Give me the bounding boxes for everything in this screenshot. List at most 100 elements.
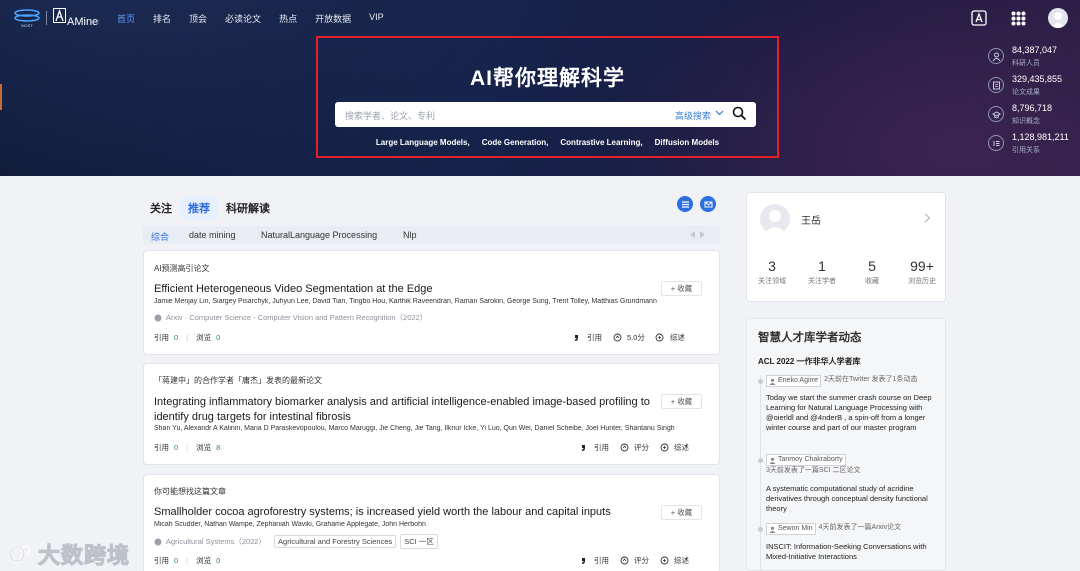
stat-value: 1,128,981,211 <box>1012 132 1069 142</box>
count-value: 5 <box>868 258 876 274</box>
stat-label: 引用关系 <box>1012 147 1040 154</box>
paper-title[interactable]: Integrating inflammatory biomarker analy… <box>154 395 654 425</box>
nav-must-read[interactable]: 必读论文 <box>225 12 261 25</box>
top-right-tools <box>970 8 1068 28</box>
profile-avatar[interactable] <box>760 204 790 234</box>
user-icon <box>769 378 776 385</box>
paper-title[interactable]: Smallholder cocoa agroforestry systems; … <box>154 505 611 520</box>
paper-authors[interactable]: Shan Yu, Alexandr A Kalinin, Maria D Par… <box>154 425 710 432</box>
chevron-right-icon[interactable] <box>924 213 931 223</box>
nav-vip[interactable]: VIP <box>369 12 384 25</box>
stat-value: 329,435,855 <box>1012 74 1063 84</box>
scholar-chip[interactable]: Tanmoy Chakraborty <box>766 454 846 466</box>
feed-header: 关注 推荐 科研解读 综合 date mining NaturalLanguag… <box>143 190 720 246</box>
cite-button[interactable]: 引用 <box>577 553 609 567</box>
summary-button[interactable]: 综述 <box>657 440 689 454</box>
ai-assistant-icon[interactable] <box>970 9 988 27</box>
search-input[interactable]: 搜索学者、论文、专利 <box>345 109 435 122</box>
topic-tab[interactable]: Nlp <box>403 230 417 240</box>
summary-icon <box>653 330 667 344</box>
nav-home[interactable]: 首页 <box>117 12 135 25</box>
collect-button[interactable]: + 收藏 <box>661 281 702 296</box>
paper-authors[interactable]: Micah Scudder, Nathan Wampe, Zephaniah W… <box>154 521 710 528</box>
tab-recommended[interactable]: 推荐 <box>180 196 218 220</box>
cite-button-label: 引用 <box>594 555 609 565</box>
citation-icon <box>988 135 1004 151</box>
score-button[interactable]: 评分 <box>617 553 649 567</box>
nav-open-data[interactable]: 开放数据 <box>315 12 351 25</box>
aminer-emblem-icon[interactable]: MOST <box>14 8 40 28</box>
paper-title[interactable]: Efficient Heterogeneous Video Segmentati… <box>154 282 432 297</box>
collect-button[interactable]: + 收藏 <box>661 394 702 409</box>
view-count: 0 <box>216 556 221 565</box>
hot-keyword[interactable]: Contrastive Learning, <box>560 138 642 147</box>
hot-keyword[interactable]: Diffusion Models <box>655 138 719 147</box>
user-avatar[interactable] <box>1048 8 1068 28</box>
arrow-right-icon[interactable] <box>699 231 706 238</box>
score-button[interactable]: 评分 <box>617 440 649 454</box>
concept-icon <box>988 106 1004 122</box>
tab-following[interactable]: 关注 <box>150 200 172 216</box>
rank-tag[interactable]: SCI 一区 <box>400 534 438 549</box>
timeline-head: Eneko Agirre 2天前在Twitter 发表了1条动态 <box>766 375 941 387</box>
count-value: 99+ <box>910 258 934 274</box>
tab-research-insights[interactable]: 科研解读 <box>226 200 270 216</box>
nav-hotspots[interactable]: 热点 <box>279 12 297 25</box>
topic-tab-all[interactable]: 综合 <box>151 230 169 243</box>
cite-button[interactable]: 引用 <box>577 440 609 454</box>
hero-banner: MOST AMiner 首页 排名 顶会 必读论文 热点 开放数据 VIP AI… <box>0 0 1080 176</box>
aminer-logo[interactable]: AMiner <box>53 8 102 28</box>
paper-card[interactable]: 「蒋建中」的合作学者「庸杰」发表的最新论文 Integrating inflam… <box>143 363 720 465</box>
summary-button[interactable]: 综述 <box>657 553 689 567</box>
count-followed-scholars[interactable]: 1 关注学者 <box>797 258 847 286</box>
subject-tag[interactable]: Agricultural and Forestry Sciences <box>274 535 397 548</box>
hot-keyword[interactable]: Large Language Models, <box>376 138 470 147</box>
activity-text[interactable]: Today we start the summer crash course o… <box>766 393 936 433</box>
paper-venue: Agricultural Systems（2022） Agricultural … <box>154 534 438 549</box>
activity-meta: 3天前发表了一篇SCI 二区论文 <box>766 467 861 474</box>
venue-text: Agricultural Systems（2022） <box>166 537 267 546</box>
chevron-down-icon[interactable] <box>715 108 724 117</box>
stat-label: 知识概念 <box>1012 118 1040 125</box>
summary-button[interactable]: 综述 <box>653 330 685 344</box>
collect-button[interactable]: + 收藏 <box>661 505 702 520</box>
paper-card[interactable]: AI预测高引论文 Efficient Heterogeneous Video S… <box>143 250 720 355</box>
hot-keyword[interactable]: Code Generation, <box>482 138 549 147</box>
advanced-search-link[interactable]: 高级搜索 <box>675 109 711 122</box>
activity-text[interactable]: A systematic computational study of acri… <box>766 484 936 514</box>
paper-authors[interactable]: Jamie Menjay Lin, Siargey Pisarchyk, Juh… <box>154 298 710 305</box>
panel-subtitle[interactable]: ACL 2022 一作非华人学者库 <box>758 356 861 367</box>
scholar-chip[interactable]: Sewon Min <box>766 523 816 535</box>
timeline-dot <box>758 458 763 463</box>
count-history[interactable]: 99+ 浏览历史 <box>897 258 947 286</box>
side-tab-marker[interactable] <box>0 84 2 110</box>
activity-text[interactable]: INSCIT: Information-Seeking Conversation… <box>766 542 936 562</box>
search-icon[interactable] <box>732 106 747 121</box>
scholar-chip[interactable]: Eneko Agirre <box>766 375 822 387</box>
list-view-button[interactable] <box>677 196 693 212</box>
svg-text:MOST: MOST <box>21 23 33 28</box>
topic-tab[interactable]: date mining <box>189 230 236 240</box>
timeline-dot <box>758 379 763 384</box>
profile-name[interactable]: 王岳 <box>801 212 821 227</box>
timeline-dot <box>758 527 763 532</box>
arrow-left-icon[interactable] <box>689 231 696 238</box>
stat-papers: 329,435,855 论文成果 <box>984 72 1080 101</box>
search-bar[interactable]: 搜索学者、论文、专利 高级搜索 <box>335 102 756 127</box>
nav-ranking[interactable]: 排名 <box>153 12 171 25</box>
quote-icon <box>577 553 591 567</box>
cite-button[interactable]: 引用 <box>570 330 602 344</box>
stat-researchers: 84,387,047 科研人员 <box>984 43 1080 72</box>
count-favorites[interactable]: 5 收藏 <box>847 258 897 286</box>
view-label: 浏览 <box>196 333 212 342</box>
paper-card[interactable]: 你可能想找这篇文章 Smallholder cocoa agroforestry… <box>143 474 720 571</box>
apps-grid-icon[interactable] <box>1009 9 1027 27</box>
nav-conferences[interactable]: 顶会 <box>189 12 207 25</box>
score-button[interactable]: 5.0分 <box>610 330 645 344</box>
view-label: 浏览 <box>196 556 212 565</box>
topic-tab[interactable]: NaturalLanguage Processing <box>261 230 377 240</box>
count-followed-fields[interactable]: 3 关注领域 <box>747 258 797 286</box>
recommend-reason: 「蒋建中」的合作学者「庸杰」发表的最新论文 <box>154 376 322 385</box>
topic-filter-bar: 综合 date mining NaturalLanguage Processin… <box>143 226 720 244</box>
subscribe-button[interactable] <box>700 196 716 212</box>
